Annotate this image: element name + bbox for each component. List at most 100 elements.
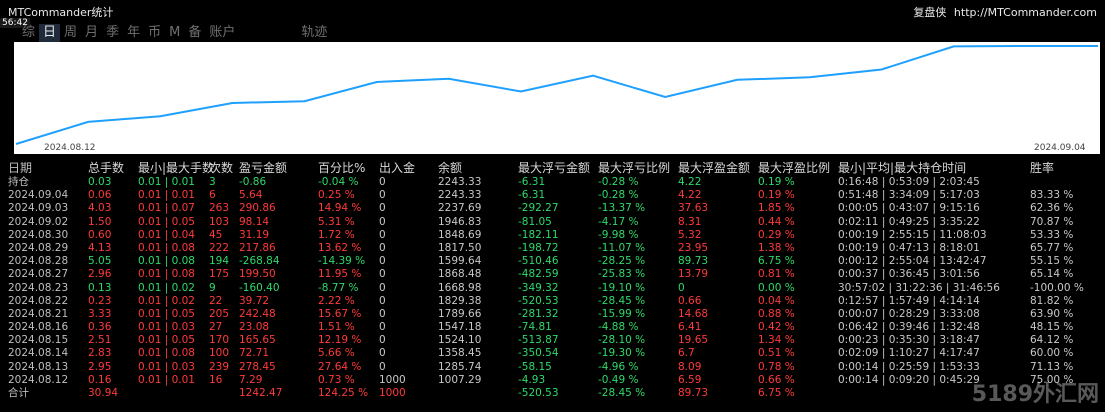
cell-deposit: 0 <box>379 360 386 373</box>
cell-max-float-profit: 4.22 <box>678 176 702 188</box>
cell-percent: 15.67 % <box>318 307 362 320</box>
cell-max-float-profit: 13.79 <box>678 268 709 281</box>
tab-account[interactable]: 账户 <box>205 24 239 42</box>
header-deposit: 出入金 <box>379 161 416 175</box>
cell-max-float-profit-pct: 0.00 % <box>758 281 795 294</box>
cell-max-float-loss: -349.32 <box>518 281 559 294</box>
total-pct: 124.25 % <box>318 387 369 399</box>
cell-count: 263 <box>209 202 230 215</box>
cell-min-max-lots: 0.01 | 0.02 <box>138 281 195 294</box>
cell-total-lots: 2.83 <box>88 347 112 360</box>
tab-day[interactable]: 日 <box>39 24 61 42</box>
cell-deposit: 0 <box>379 347 386 360</box>
chart-x-start-label: 2024.08.12 <box>44 143 96 153</box>
table-row: 2024.08.27 2.96 0.01 | 0.08 175 199.50 11.95 … <box>0 268 1105 281</box>
cell-count: 16 <box>209 373 223 386</box>
cell-max-float-profit: 6.7 <box>678 347 695 360</box>
cell-max-float-profit: 6.41 <box>678 321 702 334</box>
cell-balance: 1007.29 <box>438 373 482 386</box>
cell-percent: 5.66 % <box>318 347 355 360</box>
cell-hold-time: 0:06:42 | 0:39:46 | 1:32:48 <box>838 321 980 334</box>
tab-quarter[interactable]: 季 <box>102 24 123 42</box>
cell-deposit: 0 <box>379 241 386 254</box>
cell-max-float-profit-pct: 0.29 % <box>758 228 795 241</box>
cell-hold-time: 0:00:19 | 2:55:15 | 11:08:03 <box>838 228 987 241</box>
tab-m[interactable]: M <box>165 24 184 42</box>
cell-max-float-loss: -520.53 <box>518 294 559 307</box>
cell-balance: 1946.83 <box>438 215 482 228</box>
cell-max-float-profit-pct: 0.78 % <box>758 360 795 373</box>
cell-balance: 2243.33 <box>438 176 482 188</box>
tab-trajectory[interactable]: 轨迹 <box>297 24 331 42</box>
header-max-float-loss-pct: 最大浮亏比例 <box>598 161 671 175</box>
cell-percent: -0.04 % <box>318 176 359 188</box>
table-row: 2024.08.12 0.16 0.01 | 0.01 16 7.29 0.73 % 100… <box>0 374 1105 387</box>
tab-month[interactable]: 月 <box>81 24 102 42</box>
cell-max-float-loss: -281.32 <box>518 307 559 320</box>
balance-line <box>15 45 1098 145</box>
cell-balance: 1599.64 <box>438 255 482 268</box>
brand-link[interactable]: http://MTCommander.com <box>954 6 1097 19</box>
cell-deposit: 0 <box>379 334 386 347</box>
table-row: 2024.08.16 0.36 0.01 | 0.03 27 23.08 1.51 % 0 1… <box>0 321 1105 334</box>
cell-deposit: 0 <box>379 176 386 188</box>
tab-notes[interactable]: 备 <box>184 24 205 42</box>
table-row: 2024.08.14 2.83 0.01 | 0.08 100 72.71 5.66 % 0… <box>0 347 1105 360</box>
cell-max-float-profit-pct: 0.81 % <box>758 268 795 281</box>
cell-max-float-profit-pct: 0.88 % <box>758 307 795 320</box>
balance-chart-svg <box>15 45 1099 145</box>
cell-total-lots: 0.03 <box>88 176 112 188</box>
cell-win-rate: 71.13 % <box>1030 360 1074 373</box>
cell-max-float-loss-pct: -13.37 % <box>598 202 646 215</box>
cell-max-float-loss-pct: -28.45 % <box>598 294 646 307</box>
cell-min-max-lots: 0.01 | 0.08 <box>138 268 195 281</box>
cell-deposit: 0 <box>379 215 386 228</box>
cell-pl: 278.45 <box>239 360 276 373</box>
cell-pl: 5.64 <box>239 189 263 202</box>
cell-pl: -0.86 <box>239 176 267 188</box>
cell-min-max-lots: 0.01 | 0.04 <box>138 228 195 241</box>
cell-max-float-profit-pct: 0.19 % <box>758 189 795 202</box>
cell-hold-time: 0:00:14 | 0:09:20 | 0:45:29 <box>838 373 980 386</box>
cell-max-float-profit-pct: 0.04 % <box>758 294 795 307</box>
cell-pl: 39.72 <box>239 294 270 307</box>
cell-min-max-lots: 0.01 | 0.03 <box>138 321 195 334</box>
cell-total-lots: 0.36 <box>88 321 112 334</box>
tab-summary[interactable]: 综 <box>18 24 39 42</box>
cell-max-float-profit: 4.22 <box>678 189 702 202</box>
cell-date: 2024.08.21 <box>8 307 69 320</box>
cell-deposit: 0 <box>379 268 386 281</box>
cell-win-rate: 53.33 % <box>1030 228 1074 241</box>
cell-pl: 72.71 <box>239 347 270 360</box>
table-row: 2024.08.23 0.13 0.01 | 0.02 9 -160.40 -8.77 %… <box>0 282 1105 295</box>
cell-max-float-loss: -81.05 <box>518 215 552 228</box>
cell-total-lots: 0.16 <box>88 373 112 386</box>
cell-win-rate: 65.14 % <box>1030 268 1074 281</box>
cell-date: 2024.09.03 <box>8 202 69 215</box>
title-bar: MTCommander统计 复盘侠 http://MTCommander.com <box>0 0 1105 22</box>
balance-chart <box>14 42 1100 154</box>
cell-hold-time: 0:16:48 | 0:53:09 | 2:03:45 <box>838 176 980 188</box>
tab-currency[interactable]: 币 <box>144 24 165 42</box>
cell-min-max-lots: 0.01 | 0.08 <box>138 255 195 268</box>
tab-year[interactable]: 年 <box>123 24 144 42</box>
cell-date: 2024.08.22 <box>8 294 69 307</box>
header-total-lots: 总手数 <box>88 161 125 175</box>
cell-max-float-loss-pct: -0.28 % <box>598 189 639 202</box>
cell-deposit: 0 <box>379 294 386 307</box>
cell-date: 2024.08.14 <box>8 347 69 360</box>
total-max-float-loss: -520.53 <box>518 387 559 399</box>
cell-min-max-lots: 0.01 | 0.08 <box>138 241 195 254</box>
cell-date: 2024.09.04 <box>8 189 69 202</box>
cell-pl: 199.50 <box>239 268 276 281</box>
table-row: 2024.08.29 4.13 0.01 | 0.08 222 217.86 13.62 … <box>0 242 1105 255</box>
table-row: 2024.09.04 0.06 0.01 | 0.01 6 5.64 0.25 % 0 224… <box>0 189 1105 202</box>
cell-hold-time: 0:00:14 | 0:25:59 | 1:53:33 <box>838 360 980 373</box>
brand-name: 复盘侠 <box>913 6 947 19</box>
table-row: 持仓 0.03 0.01 | 0.01 3 -0.86 -0.04 % 0 2243.33 -6… <box>0 176 1105 189</box>
cell-max-float-profit: 37.63 <box>678 202 709 215</box>
table-row: 2024.08.15 2.51 0.01 | 0.05 170 165.65 12.19 … <box>0 334 1105 347</box>
table-row: 2024.08.22 0.23 0.01 | 0.02 22 39.72 2.22 % 0 1… <box>0 295 1105 308</box>
tab-week[interactable]: 周 <box>60 24 81 42</box>
cell-max-float-loss: -350.54 <box>518 347 559 360</box>
